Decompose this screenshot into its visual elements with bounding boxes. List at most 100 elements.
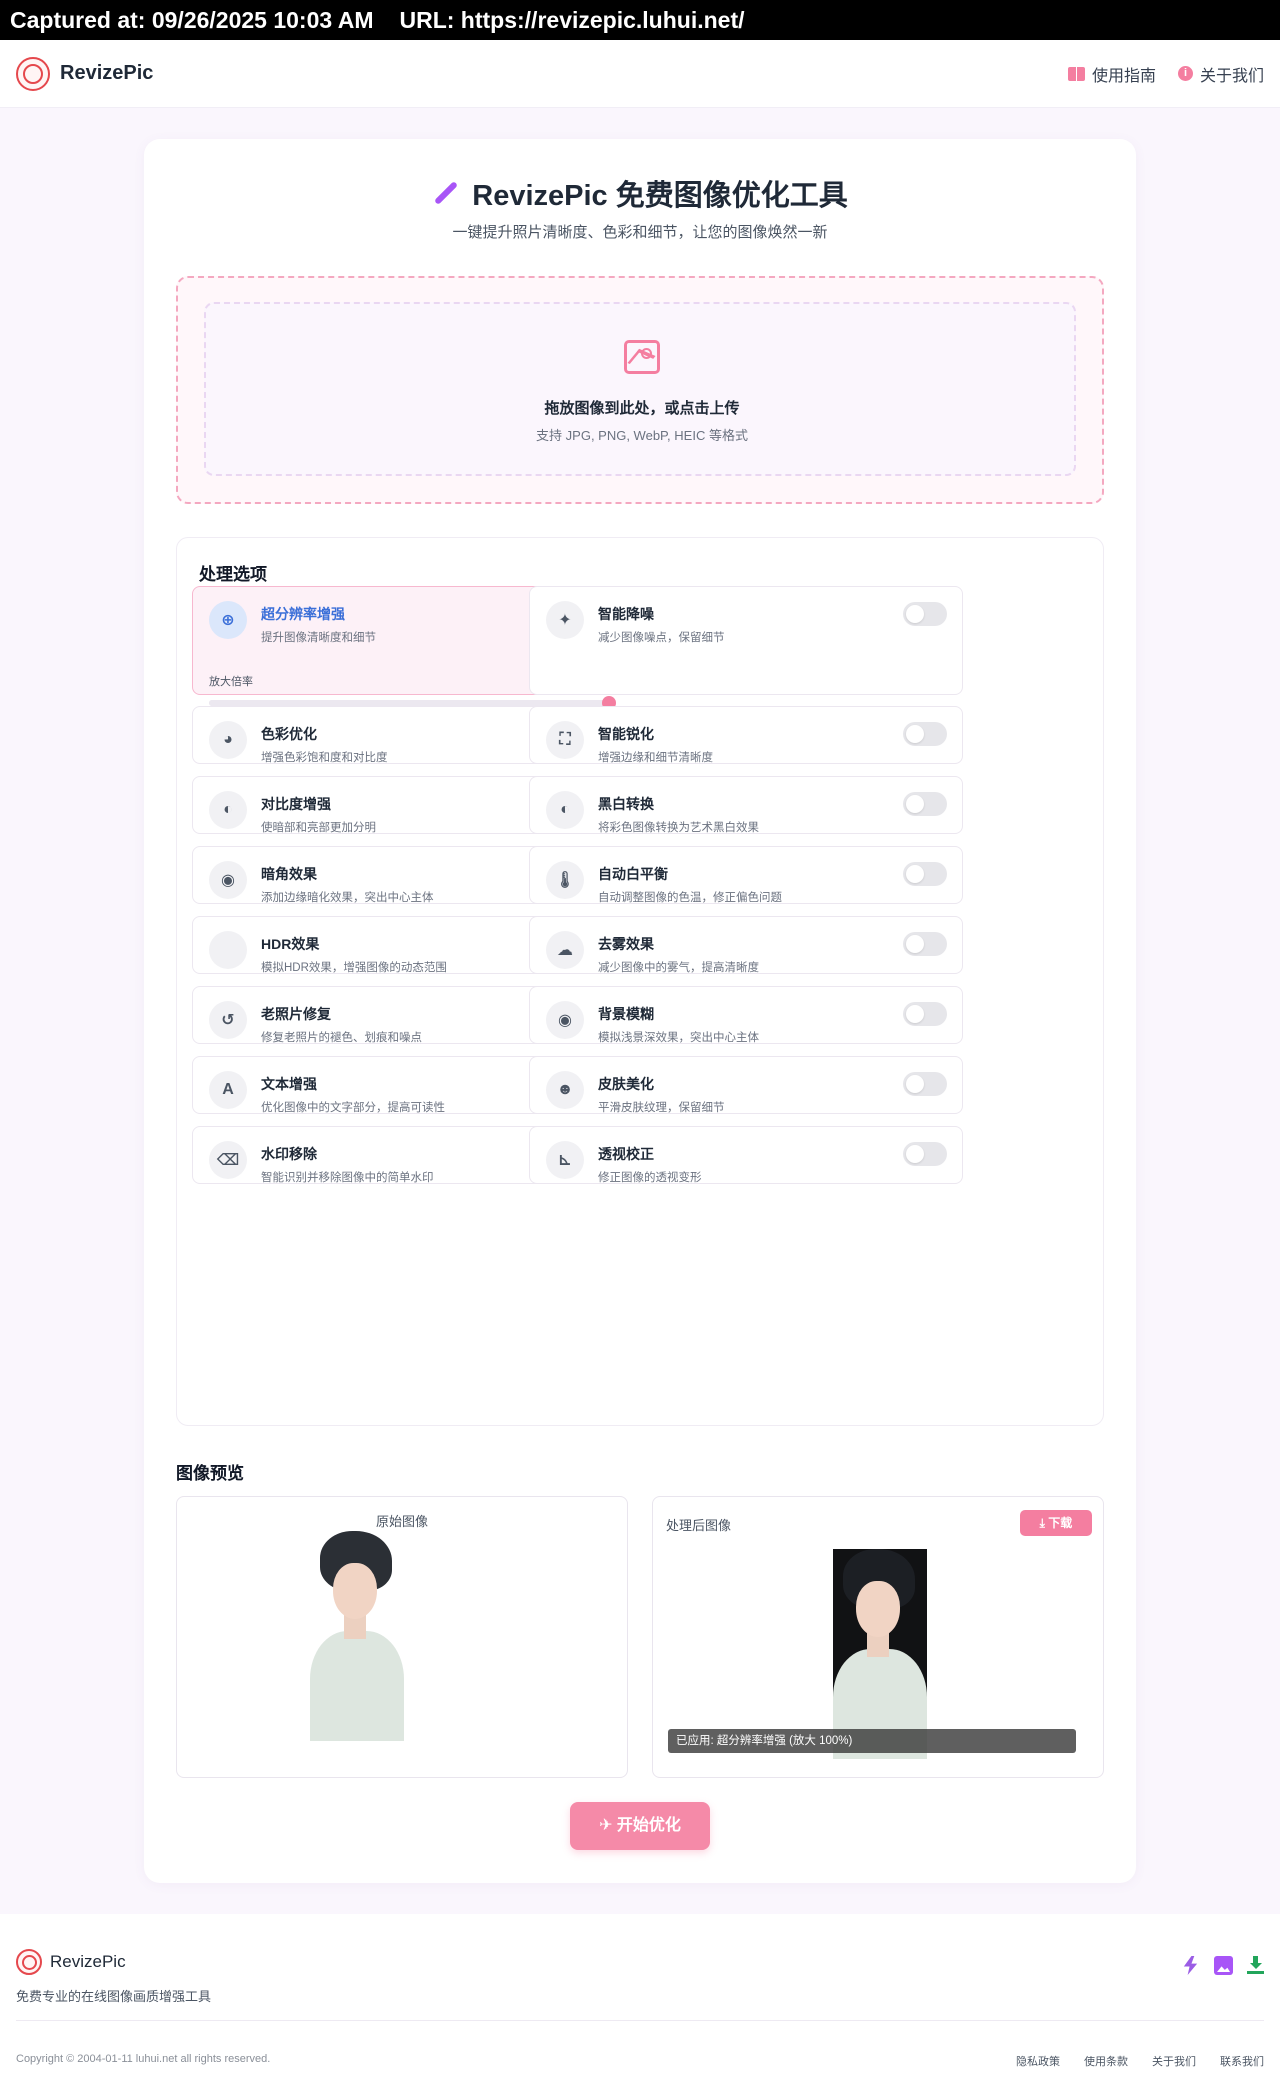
logo-icon <box>16 1949 42 1975</box>
palette-icon: ◕ <box>209 721 247 759</box>
capture-url: URL: https://revizepic.luhui.net/ <box>399 7 745 33</box>
option-name: 文本增强 <box>261 1076 317 1092</box>
option-name: 透视校正 <box>598 1146 654 1162</box>
nav-link-label: 关于我们 <box>1199 67 1264 85</box>
footer: RevizePic 免费专业的在线图像画质增强工具 Copyright © 20… <box>0 1914 1280 2099</box>
option-name: 超分辨率增强 <box>261 606 345 622</box>
footer-link-about[interactable]: 关于我们 <box>1152 2053 1196 2069</box>
option-name: 暗角效果 <box>261 866 317 882</box>
footer-links: 隐私政策 使用条款 关于我们 联系我们 <box>1016 2053 1264 2069</box>
magic-wand-icon: ✦ <box>546 601 584 639</box>
scale-label: 放大倍率 <box>209 676 253 688</box>
option-toggle[interactable] <box>903 792 947 816</box>
page-title-text: RevizePic 免费图像优化工具 <box>472 180 848 212</box>
option-description: 增强色彩饱和度和对比度 <box>261 752 388 764</box>
option-description: 修正图像的透视变形 <box>598 1172 702 1184</box>
bolt-icon[interactable] <box>1183 1956 1198 1975</box>
options-title: 处理选项 <box>199 565 267 584</box>
original-image-panel: 原始图像 <box>176 1496 628 1778</box>
option-card[interactable]: ☁ 去雾效果 减少图像中的雾气，提高清晰度 <box>529 916 963 974</box>
footer-link-privacy[interactable]: 隐私政策 <box>1016 2053 1060 2069</box>
nav-link-label: 使用指南 <box>1091 67 1156 85</box>
original-image-label: 原始图像 <box>375 1514 428 1529</box>
nav-links: 使用指南 i 关于我们 <box>1067 62 1264 86</box>
image-upload-icon <box>624 340 660 374</box>
option-description: 修复老照片的褪色、划痕和噪点 <box>261 1032 422 1044</box>
top-navbar: RevizePic 使用指南 i 关于我们 <box>0 40 1280 108</box>
page-subtitle: 一键提升照片清晰度、色彩和细节，让您的图像焕然一新 <box>452 224 828 241</box>
applied-effects-caption: 已应用: 超分辨率增强 (放大 100%) <box>668 1729 1076 1753</box>
option-name: 去雾效果 <box>598 936 654 952</box>
image-icon[interactable] <box>1214 1956 1233 1975</box>
option-toggle[interactable] <box>903 602 947 626</box>
brand-name: RevizePic <box>60 62 154 84</box>
footer-brand[interactable]: RevizePic <box>16 1949 126 1975</box>
hdr-icon <box>209 931 247 969</box>
copyright: Copyright © 2004-01-11 luhui.net all rig… <box>16 2053 271 2065</box>
footer-divider <box>16 2020 1264 2021</box>
logo-icon <box>16 56 50 91</box>
option-description: 增强边缘和细节清晰度 <box>598 752 713 764</box>
option-card[interactable]: ⛶ 智能锐化 增强边缘和细节清晰度 <box>529 706 963 764</box>
upload-hint: 支持 JPG, PNG, WebP, HEIC 等格式 <box>536 428 748 443</box>
start-optimize-button[interactable]: ✈ 开始优化 <box>570 1802 710 1850</box>
processed-image <box>833 1549 927 1759</box>
option-toggle[interactable] <box>903 1142 947 1166</box>
main-card: RevizePic 免费图像优化工具 一键提升照片清晰度、色彩和细节，让您的图像… <box>144 139 1136 1883</box>
download-button[interactable]: ⤓ 下载 <box>1020 1510 1092 1536</box>
option-description: 使暗部和亮部更加分明 <box>261 822 376 834</box>
option-description: 模拟HDR效果，增强图像的动态范围 <box>261 962 447 974</box>
contrast-icon: ◐ <box>546 791 584 829</box>
option-name: 智能降噪 <box>598 606 654 622</box>
option-card[interactable]: ☻ 皮肤美化 平滑皮肤纹理，保留细节 <box>529 1056 963 1114</box>
option-name: HDR效果 <box>261 936 320 952</box>
ruler-combined-icon: ⊾ <box>546 1141 584 1179</box>
option-card[interactable]: ⊾ 透视校正修正图像的透视变形 <box>529 1126 963 1184</box>
magic-wand-icon <box>434 181 459 206</box>
download-icon[interactable] <box>1247 1956 1264 1975</box>
cloud-sun-icon: ☁ <box>546 931 584 969</box>
footer-brand-name: RevizePic <box>50 1952 126 1971</box>
option-card[interactable]: ✦ 智能降噪 减少图像噪点，保留细节 <box>529 586 963 695</box>
option-name: 老照片修复 <box>261 1006 331 1022</box>
option-name: 对比度增强 <box>261 796 331 812</box>
option-description: 自动调整图像的色温，修正偏色问题 <box>598 892 782 904</box>
nav-link-about[interactable]: i 关于我们 <box>1177 62 1264 86</box>
option-description: 智能识别并移除图像中的简单水印 <box>261 1172 434 1184</box>
processed-image-panel: 处理后图像 ⤓ 下载 已应用: 超分辨率增强 (放大 100%) <box>652 1496 1104 1778</box>
contrast-icon: ◐ <box>209 791 247 829</box>
upload-inner-area[interactable]: 拖放图像到此处，或点击上传 支持 JPG, PNG, WebP, HEIC 等格… <box>204 302 1076 476</box>
zoom-in-icon: ⊕ <box>209 601 247 639</box>
preview-title: 图像预览 <box>176 1464 244 1483</box>
capture-bar: Captured at: 09/26/2025 10:03 AM URL: htt… <box>0 0 1280 40</box>
footer-link-contact[interactable]: 联系我们 <box>1220 2053 1264 2069</box>
info-icon: i <box>1177 66 1193 81</box>
option-description: 提升图像清晰度和细节 <box>261 632 376 644</box>
footer-tagline: 免费专业的在线图像画质增强工具 <box>16 1989 212 2004</box>
option-toggle[interactable] <box>903 932 947 956</box>
option-card[interactable]: ◐ 黑白转换 将彩色图像转换为艺术黑白效果 <box>529 776 963 834</box>
option-description: 将彩色图像转换为艺术黑白效果 <box>598 822 759 834</box>
option-name: 色彩优化 <box>261 726 317 742</box>
option-name: 智能锐化 <box>598 726 654 742</box>
option-card[interactable]: 🌡 自动白平衡 自动调整图像的色温，修正偏色问题 <box>529 846 963 904</box>
upload-dropzone[interactable]: 拖放图像到此处，或点击上传 支持 JPG, PNG, WebP, HEIC 等格… <box>176 276 1104 504</box>
option-toggle[interactable] <box>903 1072 947 1096</box>
option-toggle[interactable] <box>903 862 947 886</box>
option-toggle[interactable] <box>903 722 947 746</box>
processing-options: 处理选项 ⊕超分辨率增强提升图像清晰度和细节放大倍率100%✦智能降噪减少图像噪… <box>176 537 1104 1426</box>
option-name: 背景模糊 <box>598 1006 654 1022</box>
page-title: RevizePic 免费图像优化工具 <box>144 172 1136 214</box>
option-name: 皮肤美化 <box>598 1076 654 1092</box>
footer-icons <box>1181 1956 1264 1975</box>
option-card[interactable]: ◉ 背景模糊模拟浅景深效果，突出中心主体 <box>529 986 963 1044</box>
nav-link-guide[interactable]: 使用指南 <box>1067 62 1156 86</box>
option-toggle[interactable] <box>903 1002 947 1026</box>
circle-dot-icon: ◉ <box>546 1001 584 1039</box>
option-name: 自动白平衡 <box>598 866 668 882</box>
footer-link-terms[interactable]: 使用条款 <box>1084 2053 1128 2069</box>
history-icon: ↺ <box>209 1001 247 1039</box>
book-icon <box>1067 66 1085 81</box>
brand[interactable]: RevizePic <box>16 56 154 91</box>
option-description: 模拟浅景深效果，突出中心主体 <box>598 1032 759 1044</box>
